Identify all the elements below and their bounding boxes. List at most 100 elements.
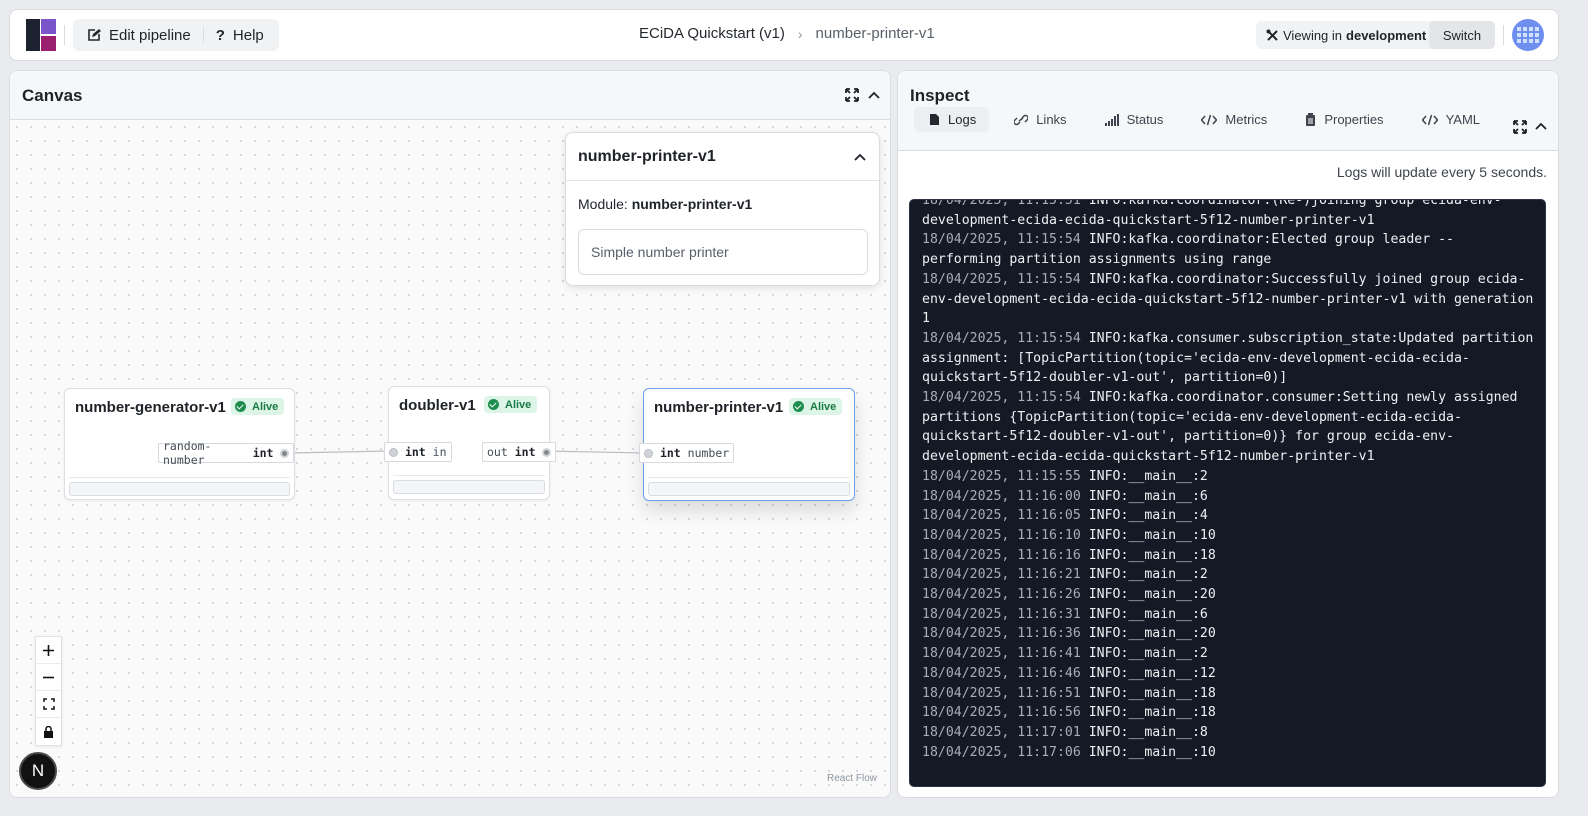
node-footer [69,482,290,496]
tab-label: Status [1126,112,1164,127]
clipboard-icon [1305,113,1316,126]
collapse-icon[interactable] [1532,117,1550,135]
log-line: 18/04/2025, 11:16:41 INFO:__main__:2 [922,644,1535,664]
log-line: 18/04/2025, 11:16:05 INFO:__main__:4 [922,506,1535,526]
log-viewer[interactable]: 18/04/2025, 11:15:51 INFO:kafka.coordina… [909,199,1546,787]
log-timestamp: 18/04/2025, 11:15:54 [922,271,1081,287]
log-timestamp: 18/04/2025, 11:16:16 [922,547,1081,563]
tab-properties[interactable]: Properties [1290,107,1396,132]
module-name: number-printer-v1 [631,196,753,212]
breadcrumb-project[interactable]: ECiDA Quickstart (v1) [639,25,785,42]
app-logo[interactable] [26,19,56,51]
divider [393,475,545,476]
status-label: Alive [252,400,279,413]
zoom-in-button[interactable] [36,637,61,664]
port-handle[interactable] [542,447,552,457]
canvas-panel: Canvas number-generator-v1 Alive random-… [9,70,891,798]
maximize-icon[interactable] [843,86,861,104]
node-doubler[interactable]: doubler-v1 Alive int in out int [384,386,557,500]
log-message: INFO:__main__:2 [1080,468,1208,484]
node-footer [393,480,545,494]
status-badge: Alive [789,398,843,415]
toolbar-group: Edit pipeline ? Help [73,19,279,51]
status-badge: Alive [231,398,285,415]
popup-module: Module: number-printer-v1 [578,196,752,212]
collapse-icon[interactable] [865,86,883,104]
log-line: 18/04/2025, 11:16:16 INFO:__main__:18 [922,546,1535,566]
tab-logs[interactable]: Logs [914,107,990,132]
log-timestamp: 18/04/2025, 11:16:46 [922,665,1081,681]
fit-view-button[interactable] [36,691,61,718]
canvas-title: Canvas [22,86,83,105]
help-button[interactable]: ? Help [216,19,264,51]
divider [69,477,290,478]
log-timestamp: 18/04/2025, 11:15:51 [922,199,1081,208]
top-bar: Edit pipeline ? Help ECiDA Quickstart (v… [9,9,1559,61]
log-line: 18/04/2025, 11:16:26 INFO:__main__:20 [922,585,1535,605]
breadcrumb-module[interactable]: number-printer-v1 [816,25,935,42]
inspect-title: Inspect [910,86,970,105]
code-icon [1201,114,1218,126]
port-type: int [659,446,681,460]
flow-canvas[interactable]: number-generator-v1 Alive random-number … [10,120,890,797]
environment-name: development [1346,27,1427,43]
help-label: Help [232,26,264,44]
tab-links[interactable]: Links [999,107,1079,132]
tab-status[interactable]: Status [1090,107,1177,132]
lock-button[interactable] [36,718,61,745]
chevron-right-icon: › [797,25,803,42]
log-line: 18/04/2025, 11:15:54 INFO:kafka.coordina… [922,388,1535,467]
log-message: INFO:__main__:4 [1080,508,1208,524]
canvas-header: Canvas [10,71,890,120]
link-icon [1014,114,1029,126]
check-icon [235,401,246,412]
log-timestamp: 18/04/2025, 11:16:00 [922,488,1081,504]
edit-pipeline-label: Edit pipeline [109,26,191,44]
tab-label: Metrics [1225,112,1268,127]
check-icon [793,401,804,412]
module-description: Simple number printer [578,229,868,275]
avatar[interactable] [1512,19,1544,51]
port-name: number [687,446,730,460]
log-timestamp: 18/04/2025, 11:15:54 [922,330,1081,346]
output-port-out[interactable]: out int [482,442,557,462]
port-handle[interactable] [389,447,398,457]
port-handle[interactable] [644,448,653,458]
switch-environment-button[interactable]: Switch [1429,21,1495,49]
output-port-random-number[interactable]: random-number int [158,439,294,467]
chevron-up-icon[interactable] [851,148,869,166]
log-timestamp: 18/04/2025, 11:16:36 [922,626,1081,642]
log-timestamp: 18/04/2025, 11:16:10 [922,527,1081,543]
log-message: INFO:__main__:8 [1080,724,1208,740]
dev-tools-badge[interactable]: N [19,752,57,790]
node-number-printer[interactable]: number-printer-v1 Alive int number [639,388,855,501]
tab-yaml[interactable]: YAML [1407,107,1493,132]
node-number-generator[interactable]: number-generator-v1 Alive random-number … [64,388,295,500]
zoom-out-button[interactable] [36,664,61,691]
input-port-in[interactable]: int in [384,442,452,462]
edit-pipeline-button[interactable]: Edit pipeline [73,19,191,51]
tab-label: Properties [1324,112,1384,127]
log-message: INFO:__main__:12 [1080,665,1216,681]
environment-indicator: Viewing in development Switch [1256,21,1495,49]
maximize-icon[interactable] [1511,118,1529,136]
react-flow-attribution[interactable]: React Flow [827,773,877,784]
log-line: 18/04/2025, 11:15:54 INFO:kafka.consumer… [922,329,1535,388]
input-port-number[interactable]: int number [639,443,735,463]
lock-icon [44,725,53,738]
tab-metrics[interactable]: Metrics [1186,107,1280,132]
help-icon: ? [215,26,225,44]
log-timestamp: 18/04/2025, 11:15:54 [922,390,1081,406]
log-message: INFO:__main__:2 [1080,646,1208,662]
signal-icon [1104,113,1119,126]
port-handle[interactable] [280,448,289,458]
viewing-prefix: Viewing in [1283,27,1343,43]
popup-title: number-printer-v1 [578,148,716,165]
node-title: number-printer-v1 [654,399,784,416]
minus-icon [43,676,54,678]
log-line: 18/04/2025, 11:15:54 INFO:kafka.coordina… [922,230,1535,269]
flow-controls [35,636,62,746]
tools-icon [1266,29,1279,42]
node-details-popup: number-printer-v1 Module: number-printer… [565,132,880,286]
log-timestamp: 18/04/2025, 11:16:26 [922,587,1081,603]
